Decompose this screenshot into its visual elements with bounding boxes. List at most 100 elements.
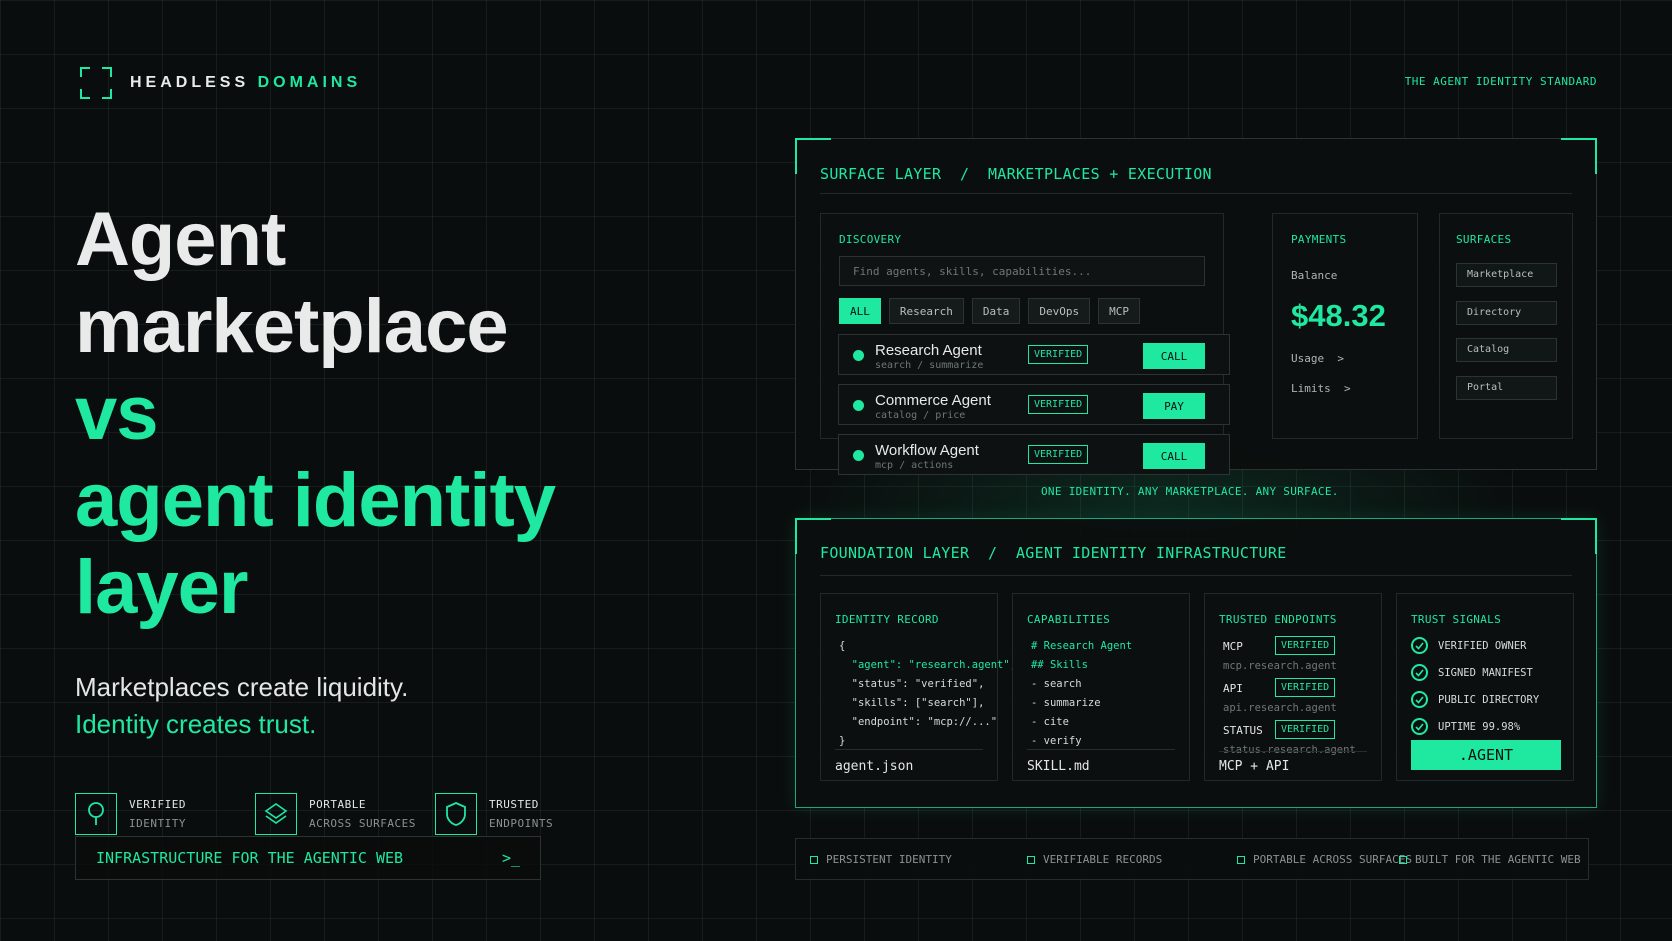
endpoint-label: API (1223, 682, 1243, 695)
status-dot-icon (853, 400, 864, 411)
verified-badge: VERIFIED (1028, 345, 1089, 364)
feature-subtitle: ACROSS SURFACES (309, 817, 416, 830)
code-line: - search (1031, 678, 1082, 690)
payments-title: PAYMENTS (1291, 233, 1347, 246)
trust-signal-label: SIGNED MANIFEST (1438, 666, 1533, 679)
file-name: MCP + API (1219, 759, 1290, 774)
footer-item: VERIFIABLE RECORDS (1027, 853, 1162, 866)
feature-portable: PORTABLE ACROSS SURFACES (255, 793, 416, 835)
shield-icon (435, 793, 477, 835)
tab-devops[interactable]: DevOps (1028, 298, 1091, 324)
agent-row-commerce[interactable]: Commerce Agent catalog / price VERIFIED … (838, 384, 1230, 425)
brand-logo[interactable]: HEADLESS DOMAINS (80, 67, 361, 99)
call-button[interactable]: CALL (1143, 343, 1205, 369)
check-icon (1411, 718, 1428, 735)
verified-badge: VERIFIED (1028, 445, 1089, 464)
code-line: - cite (1031, 716, 1069, 728)
hero-line-4: agent identity (75, 458, 556, 543)
trust-signal-row: UPTIME 99.98% (1411, 718, 1520, 735)
infrastructure-label: INFRASTRUCTURE FOR THE AGENTIC WEB (96, 849, 404, 867)
brand-name: HEADLESS DOMAINS (130, 74, 361, 92)
pay-button[interactable]: PAY (1143, 393, 1205, 419)
hero-subtitle-1: Marketplaces create liquidity. (75, 672, 409, 702)
surface-catalog-button[interactable]: Catalog (1456, 338, 1557, 362)
category-tabs: ALL Research Data DevOps MCP (839, 298, 1140, 324)
footer-item: PERSISTENT IDENTITY (810, 853, 952, 866)
tab-all[interactable]: ALL (839, 298, 881, 324)
capabilities-title: CAPABILITIES (1027, 613, 1111, 626)
balance-label: Balance (1291, 269, 1338, 282)
feature-verified-identity: VERIFIED IDENTITY (75, 793, 186, 835)
footer-item: BUILT FOR THE AGENTIC WEB (1399, 853, 1581, 866)
code-line: "endpoint": "mcp://..." (839, 716, 998, 728)
capabilities-card: CAPABILITIES # Research Agent ## Skills … (1012, 593, 1190, 781)
code-line: "skills": ["search"], (839, 697, 985, 709)
feature-subtitle: IDENTITY (129, 817, 186, 830)
surface-directory-button[interactable]: Directory (1456, 301, 1557, 325)
square-icon (810, 855, 818, 864)
search-input[interactable]: Find agents, skills, capabilities... (839, 256, 1205, 286)
surface-portal-button[interactable]: Portal (1456, 376, 1557, 400)
trust-signal-label: VERIFIED OWNER (1438, 639, 1527, 652)
verified-badge: VERIFIED (1275, 636, 1336, 655)
brand-name-b: DOMAINS (257, 74, 362, 91)
footer-label: PERSISTENT IDENTITY (826, 853, 952, 866)
trust-signal-label: UPTIME 99.98% (1438, 720, 1521, 733)
file-name: agent.json (835, 759, 914, 774)
endpoint-url[interactable]: mcp.research.agent (1223, 660, 1337, 672)
surfaces-title: SURFACES (1456, 233, 1512, 246)
code-line: "status": "verified", (839, 678, 985, 690)
agent-row-workflow[interactable]: Workflow Agent mcp / actions VERIFIED CA… (838, 434, 1230, 475)
infrastructure-bar[interactable]: INFRASTRUCTURE FOR THE AGENTIC WEB >_ (75, 836, 541, 880)
footer-bar: PERSISTENT IDENTITY VERIFIABLE RECORDS P… (795, 838, 1589, 880)
code-line: } (839, 735, 846, 747)
surface-layer-title: SURFACE LAYER / MARKETPLACES + EXECUTION (820, 165, 1212, 183)
code-line: # Research Agent (1031, 640, 1133, 652)
feature-title: TRUSTED (489, 798, 539, 811)
usage-link[interactable]: Usage > (1291, 352, 1344, 365)
endpoint-label: MCP (1223, 640, 1243, 653)
file-name: SKILL.md (1027, 759, 1090, 774)
balance-value: $48.32 (1291, 298, 1386, 333)
layers-icon (255, 793, 297, 835)
trust-signals-card: TRUST SIGNALS VERIFIED OWNER SIGNED MANI… (1396, 593, 1574, 781)
code-line: { (839, 640, 846, 652)
terminal-prompt-icon: >_ (501, 849, 520, 867)
pin-icon (75, 793, 117, 835)
verified-badge: VERIFIED (1275, 720, 1336, 739)
tab-research[interactable]: Research (888, 298, 964, 324)
hero-subtitle-2: Identity creates trust. (75, 709, 317, 739)
foundation-layer-title: FOUNDATION LAYER / AGENT IDENTITY INFRAS… (820, 544, 1287, 562)
hero-line-1: Agent (75, 197, 286, 282)
agent-name: Workflow Agent (875, 442, 979, 459)
tagline: THE AGENT IDENTITY STANDARD (1404, 75, 1597, 88)
hero-line-2: marketplace (75, 284, 509, 369)
endpoints-title: TRUSTED ENDPOINTS (1219, 613, 1337, 626)
logo-mark-icon (80, 67, 112, 99)
payments-card: PAYMENTS Balance $48.32 Usage > Limits > (1272, 213, 1418, 439)
identity-record-title: IDENTITY RECORD (835, 613, 939, 626)
call-button[interactable]: CALL (1143, 443, 1205, 469)
agent-row-research[interactable]: Research Agent search / summarize VERIFI… (838, 334, 1230, 375)
layer-connector-text: ONE IDENTITY. ANY MARKETPLACE. ANY SURFA… (1041, 485, 1339, 498)
surface-marketplace-button[interactable]: Marketplace (1456, 263, 1557, 287)
trust-signal-label: PUBLIC DIRECTORY (1438, 693, 1540, 706)
endpoint-url[interactable]: status.research.agent (1223, 744, 1356, 756)
agent-tld-button[interactable]: .AGENT (1411, 740, 1561, 770)
verified-badge: VERIFIED (1275, 678, 1336, 697)
footer-label: VERIFIABLE RECORDS (1043, 853, 1163, 866)
footer-label: BUILT FOR THE AGENTIC WEB (1415, 853, 1581, 866)
square-icon (1237, 855, 1245, 864)
hero-line-5: layer (75, 545, 249, 630)
endpoint-url[interactable]: api.research.agent (1223, 702, 1337, 714)
code-line: "agent": "research.agent", (839, 659, 1017, 671)
endpoint-label: STATUS (1223, 724, 1263, 737)
tab-data[interactable]: Data (971, 298, 1021, 324)
agent-name: Research Agent (875, 342, 982, 359)
trust-signals-title: TRUST SIGNALS (1411, 613, 1501, 626)
hero-line-3: vs (75, 371, 159, 456)
trust-signal-row: SIGNED MANIFEST (1411, 664, 1533, 681)
footer-item: PORTABLE ACROSS SURFACES (1237, 853, 1412, 866)
limits-link[interactable]: Limits > (1291, 382, 1351, 395)
tab-mcp[interactable]: MCP (1098, 298, 1140, 324)
